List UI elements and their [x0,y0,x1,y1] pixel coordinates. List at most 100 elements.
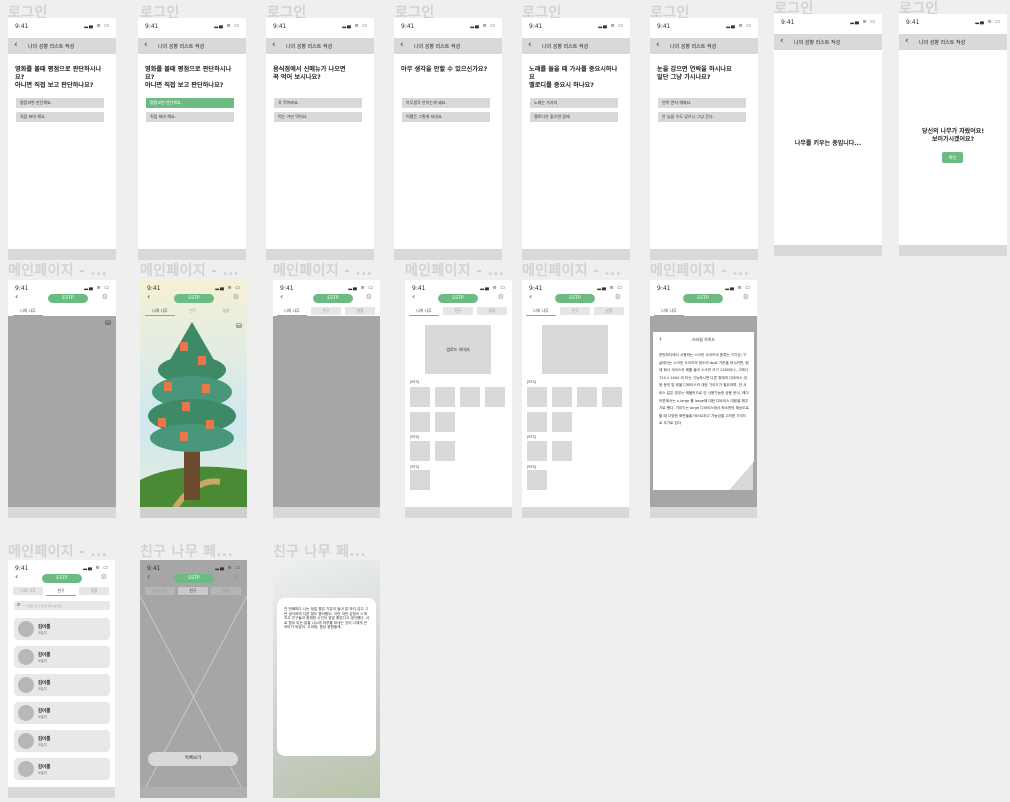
tab-friends[interactable]: 친구 [178,587,208,596]
image-thumb[interactable] [527,412,547,432]
upload-image-placeholder[interactable]: 업로드 이미지 [425,325,491,374]
image-thumb[interactable] [410,470,430,490]
avatar [18,733,34,749]
mbti-badge[interactable]: ESTP [683,294,723,303]
tab-my-tree[interactable]: 나의 나무 [145,587,175,595]
image-thumb[interactable] [435,412,455,432]
tab-friends[interactable]: 친구 [311,307,341,315]
mbti-badge[interactable]: ESTP [174,574,214,583]
back-icon[interactable]: ‹ [144,41,148,50]
image-thumb[interactable] [460,387,480,407]
image-thumb[interactable] [577,387,597,407]
gear-icon[interactable]: ⚙ [233,293,239,301]
option-button[interactable]: 꼭 먹어봐요. [274,98,362,108]
back-icon[interactable]: ‹ [272,41,276,50]
gear-icon[interactable]: ⚙ [743,293,749,301]
gear-icon[interactable]: ⚙ [233,573,239,581]
option-button[interactable]: 먹는 거만 먹어요. [274,112,362,122]
friend-card[interactable]: 김어룸 오늘치 [14,730,110,752]
image-thumb[interactable] [435,441,455,461]
image-thumb[interactable] [602,387,622,407]
mbti-badge[interactable]: ESTP [42,574,82,583]
chevron-left-icon[interactable]: ‹ [529,292,532,301]
tab-my-tree[interactable]: 나의 나무 [13,587,43,595]
search-bar[interactable]: ⌕ 닉네임 친구 검색 하여 보세요 [14,601,110,610]
database-icon[interactable]: ⛁ [105,319,111,327]
back-icon[interactable]: ‹ [780,37,784,46]
option-button-selected[interactable]: 평점보면 판단해요. [146,98,234,108]
tab-settings[interactable]: 설정 [79,587,109,595]
image-thumb[interactable] [552,441,572,461]
image-thumb[interactable] [435,387,455,407]
chevron-left-icon[interactable]: ‹ [412,292,415,301]
main-screen: 9:41 ▂▄ ≋ ▭ ‹ ESTP ⚙ 나의 나무 친구 설정 [273,280,380,518]
tab-settings[interactable]: 설정 [594,307,624,315]
tab-settings[interactable]: 설정 [211,307,241,315]
option-button[interactable]: 노래는 가사지 [530,98,618,108]
image-thumb[interactable] [527,470,547,490]
image-thumb[interactable] [410,387,430,407]
image-thumb[interactable] [552,387,572,407]
tab-friends[interactable]: 친구 [443,307,473,315]
friend-card[interactable]: 김어룸 오늘치 [14,674,110,696]
tab-friends[interactable]: 친구 [560,307,590,315]
upload-image-placeholder[interactable] [542,325,608,374]
option-button[interactable]: 안 늦을 수도 있으니 그냥 간다. [658,112,746,122]
chevron-left-icon[interactable]: ‹ [280,292,283,301]
list-view-button[interactable]: 목록보기 [148,752,238,766]
gear-icon[interactable]: ⚙ [366,293,372,301]
image-thumb[interactable] [410,441,430,461]
tab-my-tree[interactable]: 나의 나무 [409,307,439,316]
option-button[interactable]: 직접 봐야 해요. [16,112,104,122]
option-button[interactable]: 어쨌든 그렇게 되네요. [402,112,490,122]
question-text: 음식점에서 신메뉴가 나오면 꼭 먹어 보시나요? [273,66,346,81]
option-button[interactable]: 직접 봐야 해요. [146,112,234,122]
tab-my-tree[interactable]: 나의 나무 [145,307,175,316]
tab-my-tree[interactable]: 나의 나무 [654,307,684,316]
mbti-badge[interactable]: ESTP [438,294,478,303]
friend-card[interactable]: 김어룸 오늘치 [14,618,110,640]
gear-icon[interactable]: ⚙ [498,293,504,301]
gear-icon[interactable]: ⚙ [101,573,107,581]
back-icon[interactable]: ‹ [905,37,909,46]
chevron-left-icon[interactable]: ‹ [147,572,150,581]
tab-my-tree[interactable]: 나의 나무 [526,307,556,316]
option-button[interactable]: 멜로디가 좋으면 맘에 [530,112,618,122]
mbti-badge[interactable]: ESTP [555,294,595,303]
image-thumb[interactable] [552,412,572,432]
chevron-left-icon[interactable]: ‹ [147,292,150,301]
back-icon[interactable]: ‹ [528,41,532,50]
tab-friends[interactable]: 친구 [178,307,208,315]
question-screen: 9:41 ▂▄ ≋ ▭ ‹ 나의 성향 리스트 작성 음식점에서 신메뉴가 나오면 … [266,18,374,260]
mbti-badge[interactable]: ESTP [48,294,88,303]
image-thumb[interactable] [410,412,430,432]
image-thumb[interactable] [527,441,547,461]
back-icon[interactable]: ‹ [400,41,404,50]
friend-card[interactable]: 김어룸 오늘치 [14,702,110,724]
image-thumb[interactable] [527,387,547,407]
mbti-badge[interactable]: ESTP [313,294,353,303]
chevron-left-icon[interactable]: ‹ [15,292,18,301]
tab-my-tree[interactable]: 나의 나무 [13,307,43,316]
gear-icon[interactable]: ⚙ [102,293,108,301]
bottom-bar [273,507,380,518]
back-icon[interactable]: ‹ [14,41,18,50]
chevron-left-icon[interactable]: ‹ [15,572,18,581]
tab-settings[interactable]: 설정 [345,307,375,315]
friend-card[interactable]: 김어룸 오늘치 [14,646,110,668]
option-button[interactable]: 평점보면 판단해요. [16,98,104,108]
tab-settings[interactable]: 설정 [477,307,507,315]
document-title: 스타일 가이드 [691,337,716,342]
friend-card[interactable]: 김어룸 오늘치 [14,758,110,780]
option-button[interactable]: 아무생각 안하는게 돼요. [402,98,490,108]
tab-my-tree[interactable]: 나의 나무 [277,307,307,316]
mbti-badge[interactable]: ESTP [174,294,214,303]
question-screen: 9:41 ▂▄ ≋ ▭ ‹ 나의 성향 리스트 작성 영화를 볼때 평점으로 판단하… [138,18,246,260]
tab-settings[interactable]: 설정 [211,587,241,595]
image-thumb[interactable] [485,387,505,407]
gear-icon[interactable]: ⚙ [615,293,621,301]
tab-friends[interactable]: 친구 [46,587,76,596]
confirm-button[interactable]: 확인 [942,152,963,163]
option-button[interactable]: 연락 먼저 해봐요. [658,98,746,108]
back-icon[interactable]: ‹ [656,41,660,50]
